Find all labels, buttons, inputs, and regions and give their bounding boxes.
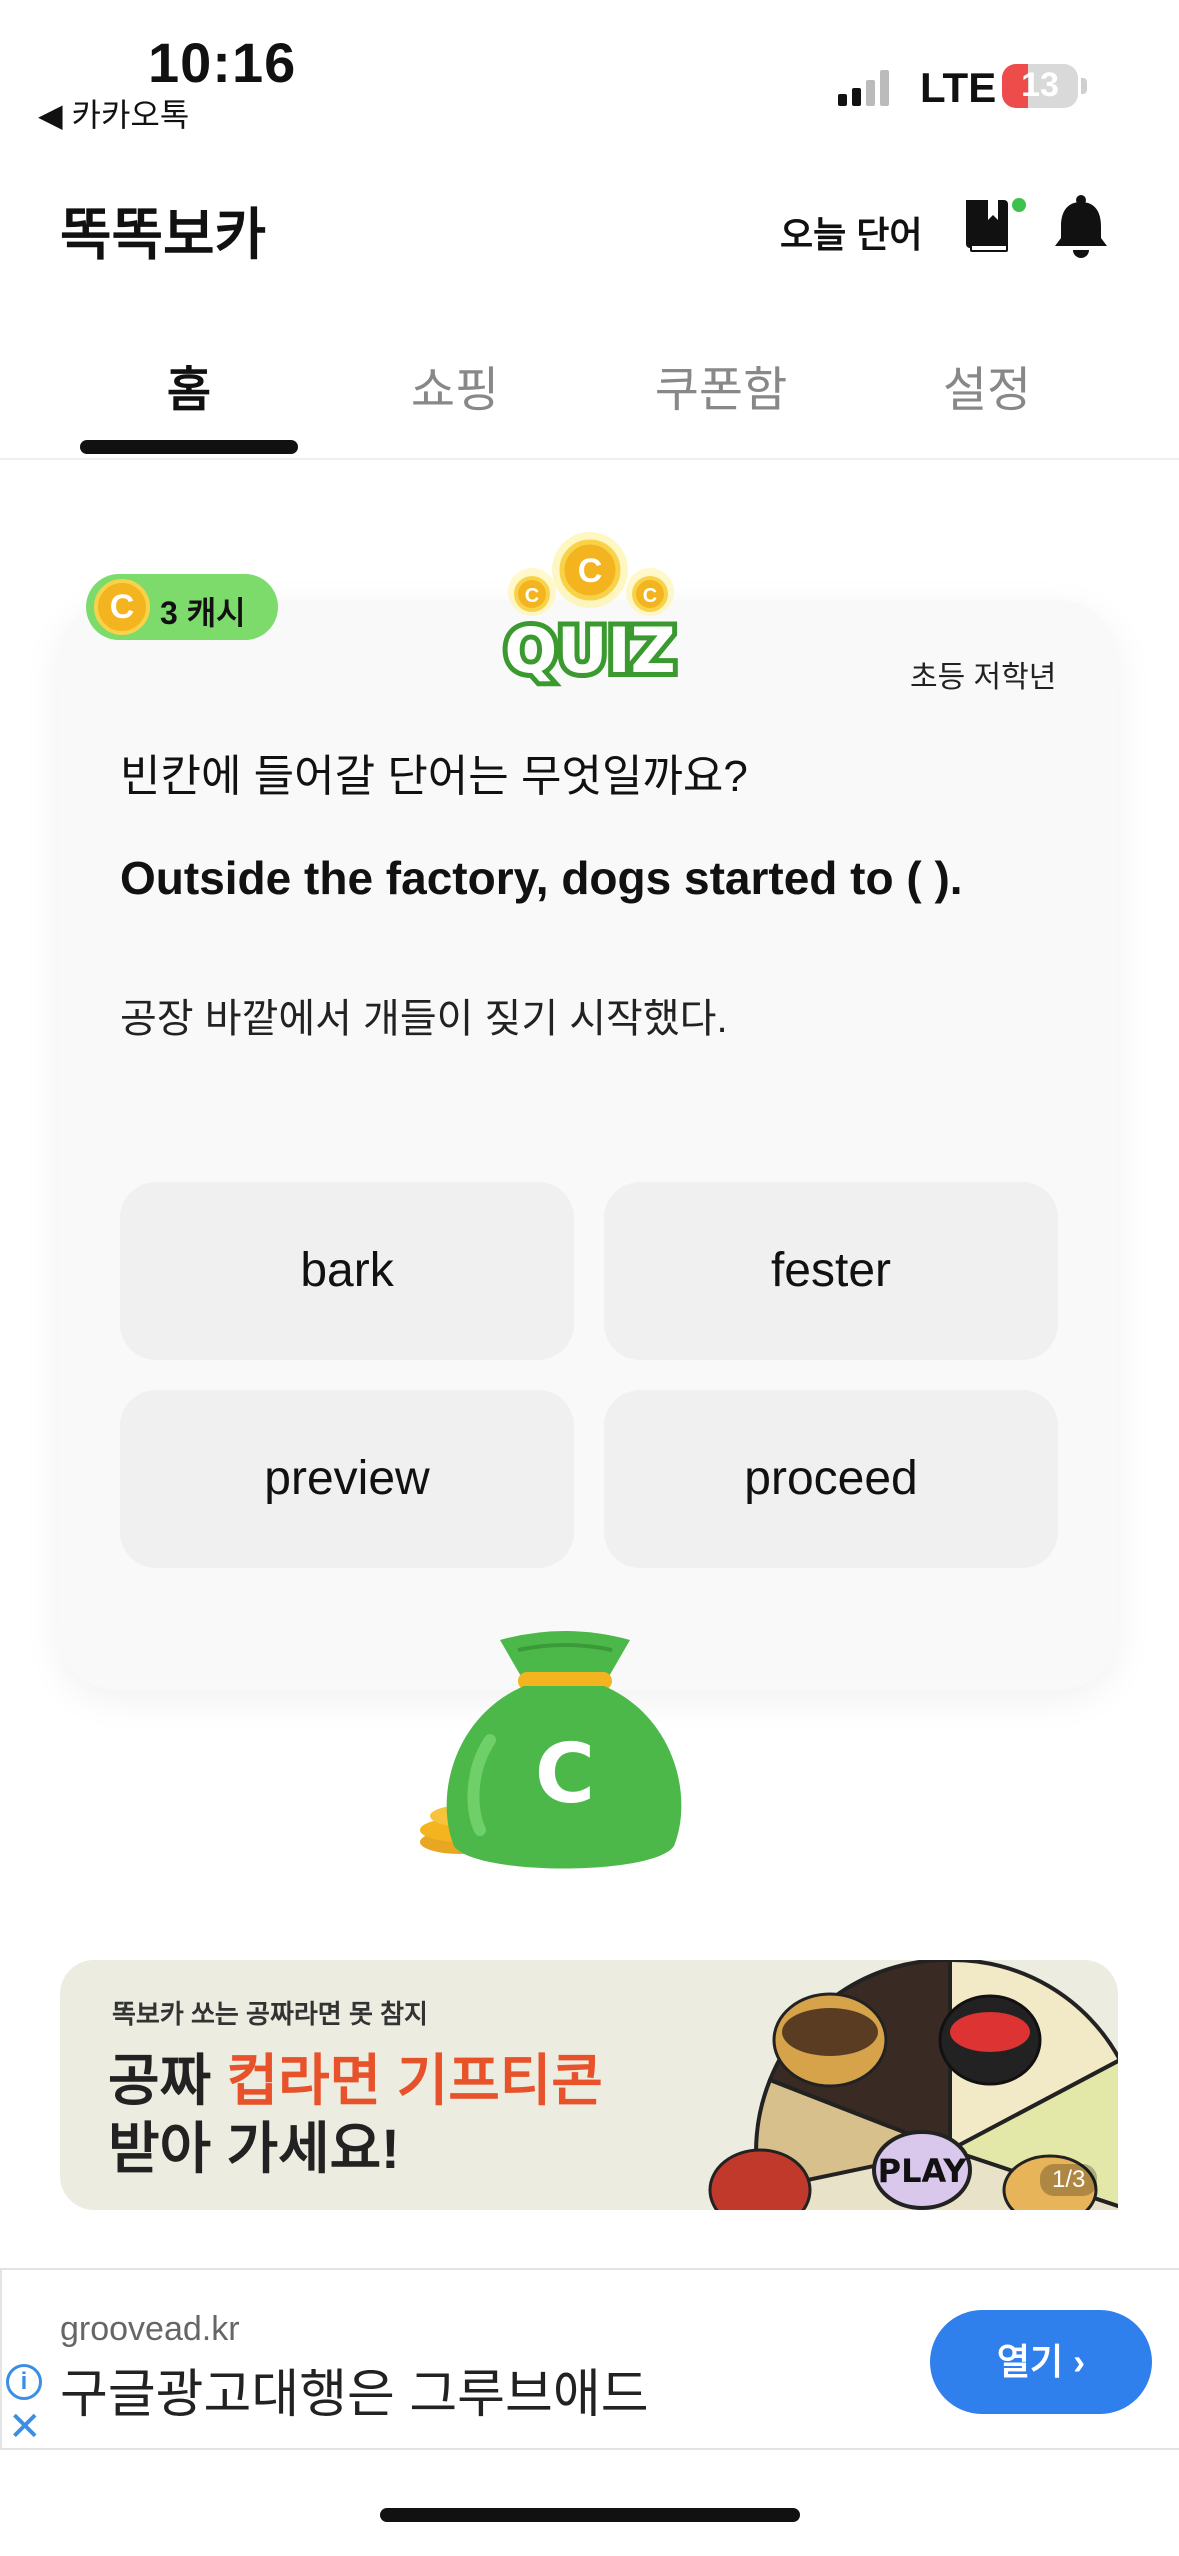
banner-headline-1a: 공짜 [108, 2049, 227, 2112]
app-title: 똑똑보카 [60, 203, 267, 266]
money-bag-letter: C [535, 1727, 595, 1822]
today-word-button[interactable]: 오늘 단어 [780, 206, 922, 258]
banner-headline-highlight: 컵라면 기프티콘 [226, 2049, 603, 2112]
tab-shopping[interactable]: 쇼핑 [340, 350, 570, 420]
answer-option-preview[interactable]: preview [120, 1390, 574, 1568]
answer-option-proceed[interactable]: proceed [604, 1390, 1058, 1568]
money-bag-icon: C [420, 1631, 682, 1869]
banner-page-indicator: 1/3 [1040, 2164, 1098, 2196]
back-to-kakaotalk[interactable]: ◀ 카카오톡 [38, 90, 189, 136]
difficulty-level: 초등 저학년 [910, 661, 1057, 694]
signal-icon [838, 70, 889, 106]
ad-open-button[interactable]: 열기 › [930, 2310, 1152, 2414]
tab-home[interactable]: 홈 [74, 350, 304, 420]
banner-subtitle: 똑보카 쏘는 공짜라면 못 참지 [112, 1999, 428, 2029]
quiz-translation: 공장 바깥에서 개들이 짖기 시작했다. [120, 997, 728, 1041]
active-tab-indicator [80, 440, 298, 454]
quiz-prompt: 빈칸에 들어갈 단어는 무엇일까요? [120, 752, 748, 801]
ad-open-label: 열기 [996, 2341, 1064, 2382]
tab-settings[interactable]: 설정 [872, 350, 1102, 420]
answer-option-bark[interactable]: bark [120, 1182, 574, 1360]
battery-icon: 13 [1002, 64, 1078, 108]
status-time: 10:16 [148, 31, 297, 94]
banner-headline-2: 받아 가세요! [108, 2117, 400, 2180]
cash-amount: 3 캐시 [160, 595, 246, 631]
home-indicator[interactable] [380, 2508, 800, 2522]
tab-divider [0, 458, 1179, 460]
battery-nub [1081, 78, 1087, 94]
chevron-right-icon: › [1073, 2341, 1086, 2382]
quiz-sentence: Outside the factory, dogs started to ( )… [120, 852, 963, 904]
ad-info-icon[interactable]: i [6, 2364, 42, 2400]
answer-option-fester[interactable]: fester [604, 1182, 1058, 1360]
battery-level: 13 [1021, 66, 1059, 104]
network-label: LTE [920, 64, 997, 111]
ad-domain: groovead.kr [60, 2310, 240, 2348]
quiz-logo: C C C QUIZ [499, 532, 681, 692]
book-icon[interactable] [962, 196, 1014, 256]
new-word-dot [1012, 198, 1026, 212]
ad-close-icon[interactable]: ✕ [8, 2404, 42, 2450]
bell-icon[interactable] [1052, 194, 1110, 260]
coin-icon: C [94, 579, 150, 635]
svg-text:C: C [643, 585, 657, 607]
tab-coupons[interactable]: 쿠폰함 [606, 350, 836, 420]
svg-text:C: C [525, 585, 539, 607]
play-label: PLAY [878, 2152, 968, 2190]
svg-text:C: C [578, 552, 603, 590]
quiz-logo-text: QUIZ [504, 614, 675, 687]
ad-title[interactable]: 구글광고대행은 그루브애드 [60, 2352, 649, 2427]
